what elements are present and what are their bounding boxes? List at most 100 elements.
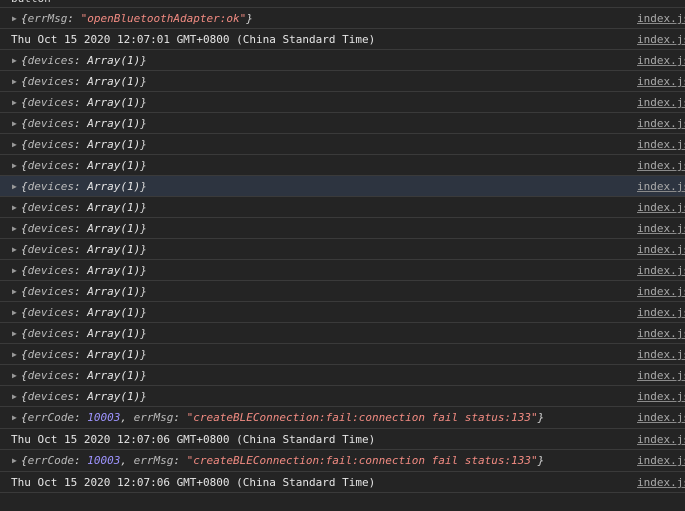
triangle-right-icon[interactable]: ▶	[12, 281, 17, 302]
console-object-row[interactable]: ▶ {devices: Array(1)} index.js	[0, 155, 685, 176]
console-object-row[interactable]: ▶ {devices: Array(1)} index.js	[0, 134, 685, 155]
console-message: {errCode: 10003, errMsg: "createBLEConne…	[21, 454, 545, 467]
console-message: Thu Oct 15 2020 12:07:06 GMT+0800 (China…	[11, 472, 375, 493]
object-key: devices	[27, 243, 74, 256]
source-link[interactable]: index.js	[637, 197, 685, 218]
source-link[interactable]: index.js	[637, 407, 685, 429]
source-link[interactable]: index.js	[637, 50, 685, 71]
console-message: {devices: Array(1)}	[21, 159, 147, 172]
triangle-right-icon[interactable]: ▶	[12, 302, 17, 323]
triangle-right-icon[interactable]: ▶	[12, 50, 17, 71]
console-object-row[interactable]: ▶ {devices: Array(1)} index.js	[0, 239, 685, 260]
object-value: Array(1)	[87, 222, 141, 235]
console-message: {devices: Array(1)}	[21, 201, 147, 214]
source-link[interactable]: index.js	[637, 176, 685, 197]
console-object-row[interactable]: ▶ {devices: Array(1)} index.js	[0, 176, 685, 197]
source-link[interactable]: index.js	[637, 239, 685, 260]
console-log-row[interactable]: Thu Oct 15 2020 12:07:06 GMT+0800 (China…	[0, 472, 685, 493]
console-object-row[interactable]: ▶ {errCode: 10003, errMsg: "createBLEConn…	[0, 407, 685, 429]
source-link[interactable]: index.js	[637, 8, 685, 29]
object-key: errCode	[27, 454, 74, 467]
triangle-right-icon[interactable]: ▶	[12, 92, 17, 113]
console-object-row[interactable]: ▶ {devices: Array(1)} index.js	[0, 92, 685, 113]
console-message: {devices: Array(1)}	[21, 54, 147, 67]
console-object-row[interactable]: ▶ {devices: Array(1)} index.js	[0, 113, 685, 134]
console-object-row[interactable]: ▶ {devices: Array(1)} index.js	[0, 197, 685, 218]
triangle-right-icon[interactable]: ▶	[12, 8, 17, 29]
source-link[interactable]: index.js	[637, 134, 685, 155]
object-key: devices	[27, 159, 74, 172]
source-link[interactable]: index.js	[637, 218, 685, 239]
source-link[interactable]: index.js	[637, 365, 685, 386]
console-message: {errCode: 10003, errMsg: "createBLEConne…	[21, 411, 545, 424]
console-object-row[interactable]: ▶ {devices: Array(1)} index.js	[0, 365, 685, 386]
console-row-partial: button	[0, 0, 685, 8]
console-object-row[interactable]: ▶ {devices: Array(1)} index.js	[0, 323, 685, 344]
console-log-row[interactable]: Thu Oct 15 2020 12:07:01 GMT+0800 (China…	[0, 29, 685, 50]
timestamp-text: Thu Oct 15 2020 12:07:06 GMT+0800 (China…	[11, 476, 376, 489]
source-link[interactable]: index.js	[637, 155, 685, 176]
triangle-right-icon[interactable]: ▶	[12, 365, 17, 386]
console-message: {devices: Array(1)}	[21, 369, 147, 382]
source-link[interactable]: index.js	[637, 450, 685, 472]
console-object-row[interactable]: ▶ {errMsg: "openBluetoothAdapter:ok"} inde…	[0, 8, 685, 29]
console-log-list: ▶ {errMsg: "openBluetoothAdapter:ok"} inde…	[0, 8, 685, 493]
triangle-right-icon[interactable]: ▶	[12, 407, 17, 429]
source-link[interactable]: index.js	[637, 281, 685, 302]
object-key: devices	[27, 327, 74, 340]
triangle-right-icon[interactable]: ▶	[12, 71, 17, 92]
console-object-row[interactable]: ▶ {devices: Array(1)} index.js	[0, 281, 685, 302]
object-key: devices	[27, 138, 74, 151]
console-object-row[interactable]: ▶ {devices: Array(1)} index.js	[0, 50, 685, 71]
source-link[interactable]: index.js	[637, 386, 685, 407]
string-value: "openBluetoothAdapter:ok"	[80, 12, 247, 25]
console-panel: button ▶ {errMsg: "openBluetoothAdapter:o…	[0, 0, 685, 511]
source-link[interactable]: index.js	[637, 302, 685, 323]
console-message: {devices: Array(1)}	[21, 264, 147, 277]
object-key: devices	[27, 348, 74, 361]
triangle-right-icon[interactable]: ▶	[12, 386, 17, 407]
console-message: {devices: Array(1)}	[21, 138, 147, 151]
console-object-row[interactable]: ▶ {devices: Array(1)} index.js	[0, 218, 685, 239]
console-object-row[interactable]: ▶ {devices: Array(1)} index.js	[0, 71, 685, 92]
object-key: devices	[27, 117, 74, 130]
triangle-right-icon[interactable]: ▶	[12, 239, 17, 260]
source-link[interactable]: index.js	[637, 71, 685, 92]
console-message: {devices: Array(1)}	[21, 327, 147, 340]
source-link[interactable]: index.js	[637, 113, 685, 134]
console-message: {devices: Array(1)}	[21, 306, 147, 319]
triangle-right-icon[interactable]: ▶	[12, 344, 17, 365]
triangle-right-icon[interactable]: ▶	[12, 113, 17, 134]
object-value: Array(1)	[87, 159, 141, 172]
source-link[interactable]: index.js	[637, 260, 685, 281]
object-key: errCode	[27, 411, 74, 424]
source-link[interactable]: index.js	[637, 29, 685, 50]
triangle-right-icon[interactable]: ▶	[12, 218, 17, 239]
object-value: Array(1)	[87, 54, 141, 67]
object-value: Array(1)	[87, 390, 141, 403]
triangle-right-icon[interactable]: ▶	[12, 260, 17, 281]
triangle-right-icon[interactable]: ▶	[12, 176, 17, 197]
source-link[interactable]: index.js	[637, 472, 685, 493]
source-link[interactable]: index.js	[637, 92, 685, 113]
console-object-row[interactable]: ▶ {errCode: 10003, errMsg: "createBLEConn…	[0, 450, 685, 472]
console-object-row[interactable]: ▶ {devices: Array(1)} index.js	[0, 302, 685, 323]
source-link[interactable]: index.js	[637, 323, 685, 344]
triangle-right-icon[interactable]: ▶	[12, 155, 17, 176]
console-object-row[interactable]: ▶ {devices: Array(1)} index.js	[0, 386, 685, 407]
object-key: errMsg	[27, 12, 68, 25]
console-object-row[interactable]: ▶ {devices: Array(1)} index.js	[0, 344, 685, 365]
triangle-right-icon[interactable]: ▶	[12, 197, 17, 218]
console-object-row[interactable]: ▶ {devices: Array(1)} index.js	[0, 260, 685, 281]
object-value: Array(1)	[87, 369, 141, 382]
triangle-right-icon[interactable]: ▶	[12, 450, 17, 472]
source-link[interactable]: index.js	[637, 429, 685, 450]
triangle-right-icon[interactable]: ▶	[12, 134, 17, 155]
console-log-row[interactable]: Thu Oct 15 2020 12:07:06 GMT+0800 (China…	[0, 429, 685, 450]
triangle-right-icon[interactable]: ▶	[12, 323, 17, 344]
console-message: {errMsg: "openBluetoothAdapter:ok"}	[21, 12, 253, 25]
object-key: devices	[27, 264, 74, 277]
object-value: Array(1)	[87, 264, 141, 277]
object-key: devices	[27, 285, 74, 298]
source-link[interactable]: index.js	[637, 344, 685, 365]
